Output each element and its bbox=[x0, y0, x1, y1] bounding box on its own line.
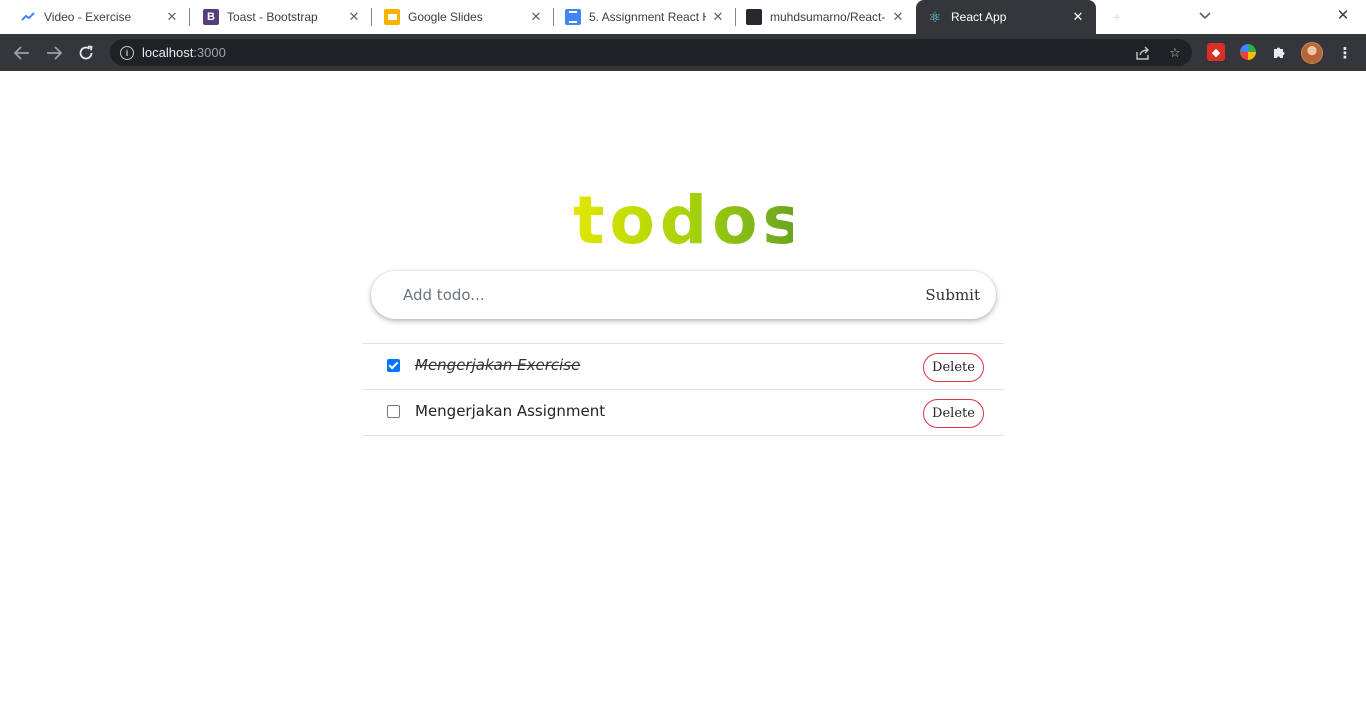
react-icon: ⚛ bbox=[928, 8, 942, 25]
tab-google-slides[interactable]: Google Slides ✕ bbox=[373, 0, 554, 34]
tab-divider bbox=[371, 8, 372, 26]
extension-red-icon[interactable]: ◆ bbox=[1207, 43, 1225, 61]
github-icon bbox=[746, 9, 762, 25]
tab-divider bbox=[553, 8, 554, 26]
tab-react-app[interactable]: ⚛ React App ✕ bbox=[916, 0, 1096, 34]
chevron-down-icon[interactable] bbox=[1196, 7, 1214, 25]
window-close-icon[interactable]: ✕ bbox=[1333, 5, 1353, 25]
delete-button[interactable]: Delete bbox=[923, 399, 984, 428]
page-content: todos Submit Mengerjakan Exercise Delete… bbox=[0, 71, 1366, 728]
tab-title: React App bbox=[951, 10, 1007, 24]
app-logo: todos bbox=[573, 182, 807, 259]
tab-assignment-doc[interactable]: 5. Assignment React H ✕ bbox=[555, 0, 736, 34]
tab-title: 5. Assignment React H bbox=[589, 10, 706, 24]
tab-strip: Video - Exercise ✕ B Toast - Bootstrap ✕… bbox=[0, 0, 1366, 34]
tab-video-exercise[interactable]: Video - Exercise ✕ bbox=[0, 0, 190, 34]
todo-item: Mengerjakan Exercise Delete bbox=[363, 344, 1004, 390]
forward-arrow-icon[interactable] bbox=[41, 40, 67, 66]
back-arrow-icon[interactable] bbox=[9, 40, 35, 66]
close-icon[interactable]: ✕ bbox=[528, 9, 544, 25]
browser-toolbar: i localhost:3000 ☆ ◆ ⋮ bbox=[0, 34, 1366, 71]
todo-text: Mengerjakan Exercise bbox=[415, 356, 581, 374]
puzzle-icon[interactable] bbox=[1270, 43, 1288, 61]
extension-color-icon[interactable] bbox=[1240, 44, 1256, 60]
delete-button[interactable]: Delete bbox=[923, 353, 984, 382]
tab-title: Google Slides bbox=[408, 10, 483, 24]
tab-title: muhdsumarno/React-H bbox=[770, 10, 886, 24]
bootstrap-icon: B bbox=[203, 9, 219, 25]
more-menu-icon[interactable]: ⋮ bbox=[1335, 42, 1355, 64]
submit-button[interactable]: Submit bbox=[925, 271, 996, 319]
add-todo-form: Submit bbox=[371, 271, 996, 319]
new-tab-icon[interactable]: + bbox=[1106, 8, 1128, 26]
close-icon[interactable]: ✕ bbox=[164, 9, 180, 25]
analytics-icon bbox=[20, 9, 36, 25]
tab-title: Video - Exercise bbox=[44, 10, 132, 24]
star-icon[interactable]: ☆ bbox=[1166, 44, 1184, 62]
close-icon[interactable]: ✕ bbox=[710, 9, 726, 25]
close-icon[interactable]: ✕ bbox=[346, 9, 362, 25]
todo-checkbox[interactable] bbox=[387, 359, 400, 372]
close-icon[interactable]: ✕ bbox=[1070, 9, 1086, 25]
todo-item: Mengerjakan Assignment Delete bbox=[363, 390, 1004, 436]
address-port: :3000 bbox=[193, 45, 226, 60]
todo-list: Mengerjakan Exercise Delete Mengerjakan … bbox=[363, 343, 1004, 436]
tab-title: Toast - Bootstrap bbox=[227, 10, 318, 24]
close-icon[interactable]: ✕ bbox=[890, 9, 906, 25]
docs-icon bbox=[565, 9, 581, 25]
profile-avatar[interactable] bbox=[1301, 42, 1323, 64]
todo-checkbox[interactable] bbox=[387, 405, 400, 418]
address-host: localhost bbox=[142, 45, 194, 60]
tab-divider bbox=[189, 8, 190, 26]
slides-icon bbox=[384, 9, 400, 25]
todo-text: Mengerjakan Assignment bbox=[415, 402, 606, 420]
add-todo-input[interactable] bbox=[371, 271, 926, 319]
info-icon[interactable]: i bbox=[120, 45, 134, 60]
address-bar[interactable]: i localhost:3000 ☆ bbox=[110, 39, 1192, 66]
tab-toast-bootstrap[interactable]: B Toast - Bootstrap ✕ bbox=[191, 0, 372, 34]
share-icon[interactable] bbox=[1134, 44, 1152, 62]
tab-github[interactable]: muhdsumarno/React-H ✕ bbox=[736, 0, 916, 34]
reload-icon[interactable] bbox=[73, 40, 99, 66]
